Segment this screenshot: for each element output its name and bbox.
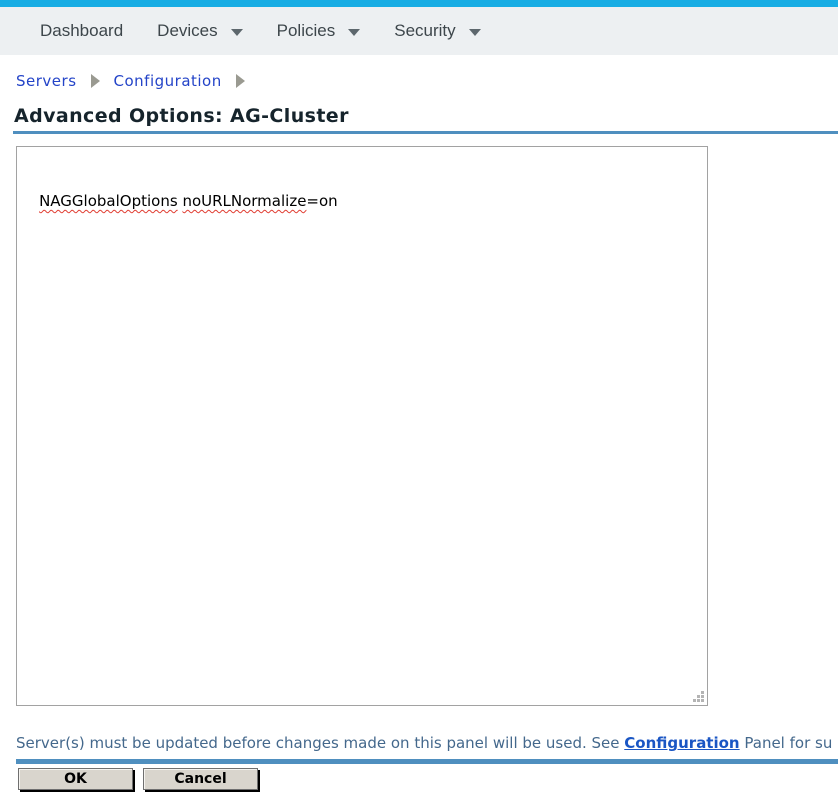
bottom-divider [16, 759, 838, 764]
option-token: NAGGlobalOptions [39, 192, 178, 210]
advanced-options-textarea[interactable]: NAGGlobalOptions noURLNormalize=on [16, 146, 708, 706]
nav-item-security[interactable]: Security [394, 21, 480, 41]
action-button-row: OK Cancel [18, 768, 838, 790]
ok-button[interactable]: OK [18, 768, 133, 790]
breadcrumb-link-configuration[interactable]: Configuration [114, 72, 222, 90]
advanced-options-editor-container: NAGGlobalOptions noURLNormalize=on [16, 146, 708, 706]
nav-item-label: Policies [277, 21, 336, 41]
note-text: Server(s) must be updated before changes… [16, 734, 624, 752]
textarea-resize-handle[interactable] [692, 690, 705, 703]
chevron-down-icon [231, 29, 243, 36]
nav-item-label: Security [394, 21, 455, 41]
nav-item-devices[interactable]: Devices [157, 21, 242, 41]
nav-item-dashboard[interactable]: Dashboard [40, 21, 123, 41]
configuration-panel-link[interactable]: Configuration [624, 734, 739, 752]
breadcrumb-arrow-icon [236, 74, 245, 88]
nav-item-policies[interactable]: Policies [277, 21, 361, 41]
chevron-down-icon [469, 29, 481, 36]
breadcrumb: Servers Configuration [16, 71, 838, 91]
top-nav: Dashboard Devices Policies Security [0, 7, 838, 55]
accent-strip [0, 0, 838, 7]
cancel-button[interactable]: Cancel [143, 768, 258, 790]
page-title: Advanced Options: AG-Cluster [14, 105, 838, 127]
nav-item-label: Dashboard [40, 21, 123, 41]
note-text: Panel for su [740, 734, 833, 752]
option-token: noURLNormalize [182, 192, 306, 210]
title-underline [13, 131, 838, 134]
breadcrumb-link-servers[interactable]: Servers [16, 72, 77, 90]
chevron-down-icon [348, 29, 360, 36]
breadcrumb-arrow-icon [91, 74, 100, 88]
nav-item-label: Devices [157, 21, 217, 41]
update-warning-note: Server(s) must be updated before changes… [16, 734, 838, 752]
